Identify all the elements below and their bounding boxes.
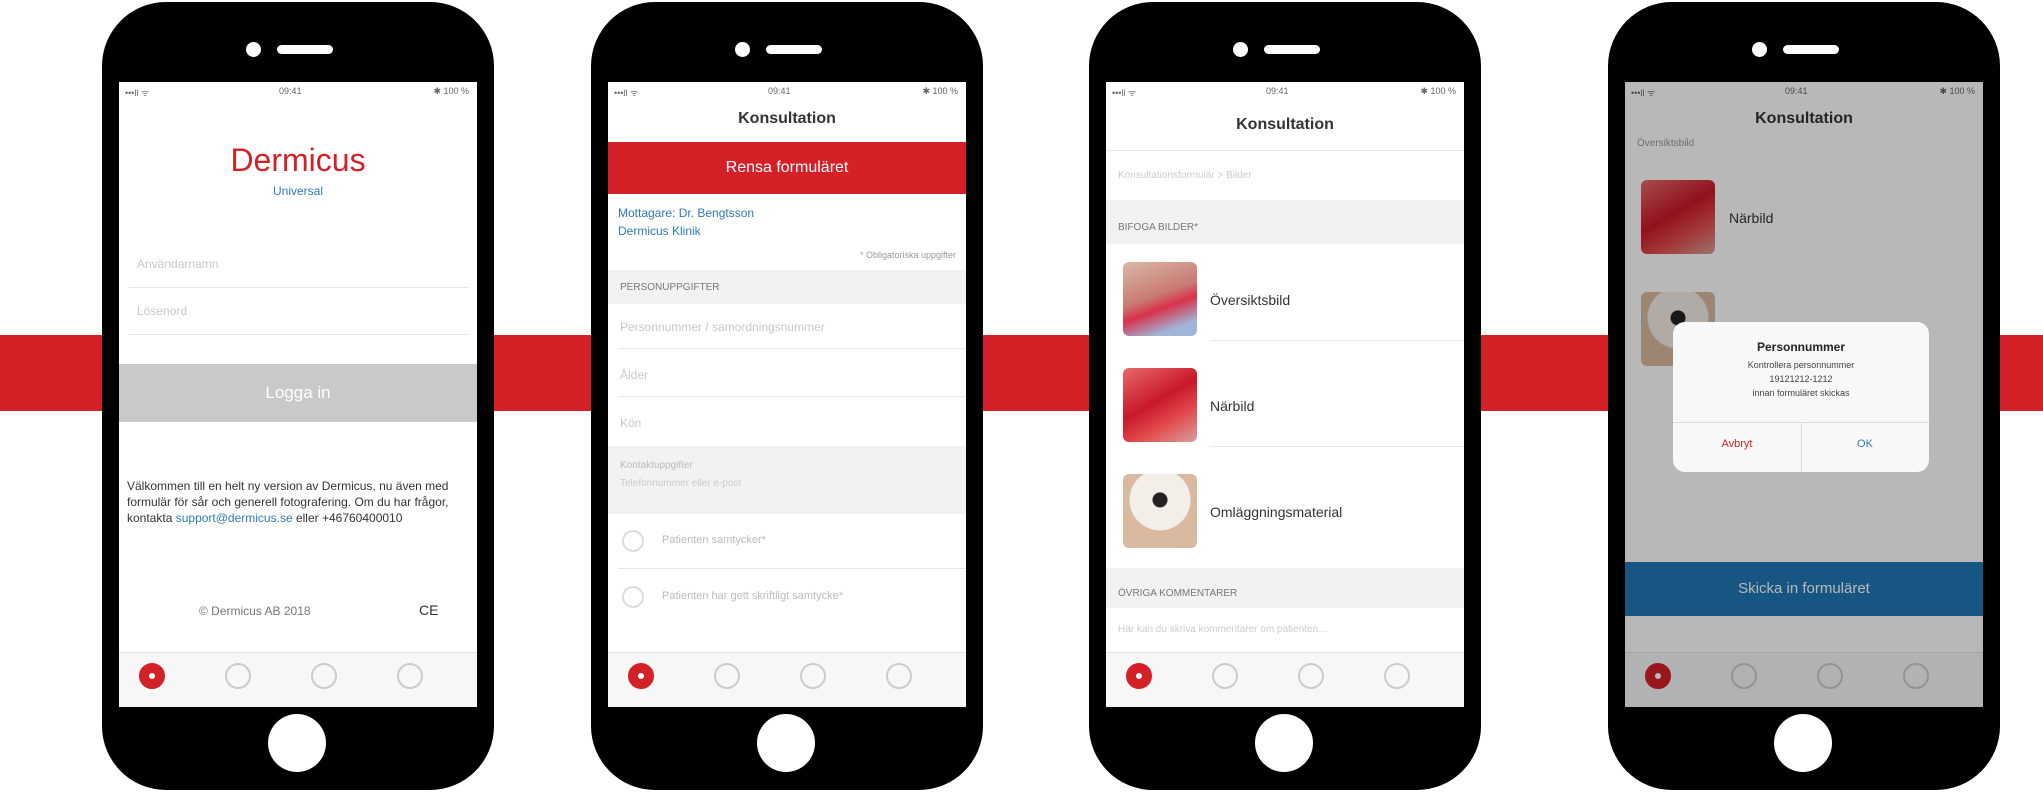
status-bar: •••ll ᯤ 09:41 ✱ 100 %: [119, 82, 477, 100]
battery-icon: ✱ 100 %: [922, 86, 958, 96]
brand-logo: Dermicus: [230, 142, 366, 178]
contact-input[interactable]: Telefonnummer eller e-post: [620, 478, 741, 489]
welcome-message: Välkommen till en helt ny version av Der…: [127, 478, 469, 526]
breadcrumb[interactable]: Konsultationsformulär > Bilder: [1118, 170, 1252, 181]
support-phone: eller +46760400010: [295, 511, 403, 525]
home-button[interactable]: [1255, 714, 1313, 772]
section-personal-title: PERSONUPPGIFTER: [620, 282, 720, 293]
home-button[interactable]: [1774, 714, 1832, 772]
nav-title: Konsultation: [1236, 116, 1334, 133]
earpiece-speaker: [277, 45, 333, 54]
battery-icon: ✱ 100 %: [433, 86, 469, 96]
images-screen: •••ll ᯤ 09:41 ✱ 100 % Konsultation Konsu…: [1106, 82, 1464, 707]
section-images-title: BIFOGA BILDER*: [1118, 222, 1199, 233]
bottom-tab-bar: [1106, 652, 1464, 707]
divider: [618, 348, 966, 349]
tab-info-icon[interactable]: [800, 663, 826, 689]
tab-consultation-icon[interactable]: [628, 663, 654, 689]
tab-history-icon[interactable]: [225, 663, 251, 689]
dialog-line-1: Kontrollera personnummer: [1747, 360, 1855, 370]
personnummer-input[interactable]: Personnummer / samordningsnummer: [620, 320, 825, 334]
dialog-cancel-button[interactable]: Avbryt: [1673, 438, 1801, 450]
status-time: 09:41: [1266, 86, 1289, 96]
confirm-dialog: Personnummer Kontrollera personnummer 19…: [1673, 322, 1929, 472]
tab-info-icon[interactable]: [311, 663, 337, 689]
section-comments-title: ÖVRIGA KOMMENTARER: [1118, 588, 1238, 599]
earpiece-speaker: [1783, 45, 1839, 54]
nav-title: Konsultation: [738, 110, 836, 127]
divider: [1210, 446, 1464, 447]
bottom-tab-bar: [608, 652, 966, 707]
signal-icon: •••ll ᯤ: [1112, 88, 1137, 98]
overview-image-label: Översiktsbild: [1210, 292, 1291, 308]
home-button[interactable]: [268, 714, 326, 772]
tab-history-icon[interactable]: [1212, 663, 1238, 689]
battery-icon: ✱ 100 %: [1420, 86, 1456, 96]
home-button[interactable]: [757, 714, 815, 772]
login-button[interactable]: Logga in: [119, 364, 477, 422]
tab-info-icon[interactable]: [1298, 663, 1324, 689]
status-time: 09:41: [279, 86, 302, 96]
front-camera: [246, 42, 261, 57]
status-time: 09:41: [768, 86, 791, 96]
front-camera: [1752, 42, 1767, 57]
login-screen: •••ll ᯤ 09:41 ✱ 100 % Dermicus Universal…: [119, 82, 477, 707]
tab-more-icon[interactable]: [1384, 663, 1410, 689]
tab-consultation-icon[interactable]: [1126, 663, 1152, 689]
divider: [1210, 340, 1464, 341]
signal-icon: •••ll ᯤ: [614, 88, 639, 98]
signal-icon: •••ll ᯤ: [125, 88, 150, 98]
divider: [129, 334, 469, 335]
dialog-line-2: 19121212-1212: [1769, 374, 1833, 384]
recipient-clinic[interactable]: Dermicus Klinik: [618, 224, 701, 238]
dressing-material-image[interactable]: [1123, 474, 1197, 548]
phone-confirm: •••ll ᯤ 09:41 ✱ 100 % Konsultation Övers…: [1608, 2, 2000, 790]
bottom-tab-bar: [119, 652, 477, 707]
support-email-link[interactable]: support@dermicus.se: [176, 511, 293, 525]
confirm-screen: •••ll ᯤ 09:41 ✱ 100 % Konsultation Övers…: [1625, 82, 1983, 707]
closeup-image-label: Närbild: [1210, 398, 1255, 414]
tab-more-icon[interactable]: [397, 663, 423, 689]
consent-checkbox[interactable]: [622, 530, 644, 552]
divider: [129, 287, 469, 288]
gender-input[interactable]: Kön: [620, 416, 641, 430]
recipient-name[interactable]: Mottagare: Dr. Bengtsson: [618, 206, 754, 220]
tab-more-icon[interactable]: [886, 663, 912, 689]
brand-subtitle: Universal: [272, 184, 323, 198]
clear-form-button[interactable]: Rensa formuläret: [608, 142, 966, 194]
dialog-title: Personnummer: [1756, 340, 1846, 354]
comments-input[interactable]: Här kan du skriva kommentarer om patient…: [1118, 624, 1328, 635]
earpiece-speaker: [1264, 45, 1320, 54]
written-consent-checkbox[interactable]: [622, 586, 644, 608]
written-consent-label: Patienten har gett skriftligt samtycke*: [662, 590, 843, 602]
divider: [618, 568, 966, 569]
overview-image[interactable]: [1123, 262, 1197, 336]
dressing-material-label: Omläggningsmaterial: [1210, 504, 1343, 520]
earpiece-speaker: [766, 45, 822, 54]
password-input[interactable]: Lösenord: [137, 304, 187, 318]
divider: [618, 396, 966, 397]
phone-login: •••ll ᯤ 09:41 ✱ 100 % Dermicus Universal…: [102, 2, 494, 790]
closeup-image[interactable]: [1123, 368, 1197, 442]
tab-consultation-icon[interactable]: [139, 663, 165, 689]
copyright-text: © Dermicus AB 2018: [199, 604, 311, 618]
contact-label: Kontaktuppgifter: [620, 460, 693, 471]
phone-images: •••ll ᯤ 09:41 ✱ 100 % Konsultation Konsu…: [1089, 2, 1481, 790]
ce-mark: CE: [419, 602, 439, 618]
status-bar: •••ll ᯤ 09:41 ✱ 100 %: [608, 82, 966, 100]
username-input[interactable]: Användarnamn: [137, 257, 218, 271]
front-camera: [735, 42, 750, 57]
consent-label: Patienten samtycker*: [662, 534, 766, 546]
front-camera: [1233, 42, 1248, 57]
divider: [1106, 150, 1464, 151]
tab-history-icon[interactable]: [714, 663, 740, 689]
form-screen: •••ll ᯤ 09:41 ✱ 100 % Konsultation Rensa…: [608, 82, 966, 707]
dialog-line-3: innan formuläret skickas: [1752, 388, 1850, 398]
required-note: * Obligatoriska uppgifter: [859, 250, 956, 260]
status-bar: •••ll ᯤ 09:41 ✱ 100 %: [1106, 82, 1464, 100]
phone-form: •••ll ᯤ 09:41 ✱ 100 % Konsultation Rensa…: [591, 2, 983, 790]
dialog-ok-button[interactable]: OK: [1801, 438, 1929, 450]
age-input[interactable]: Ålder: [620, 368, 648, 382]
